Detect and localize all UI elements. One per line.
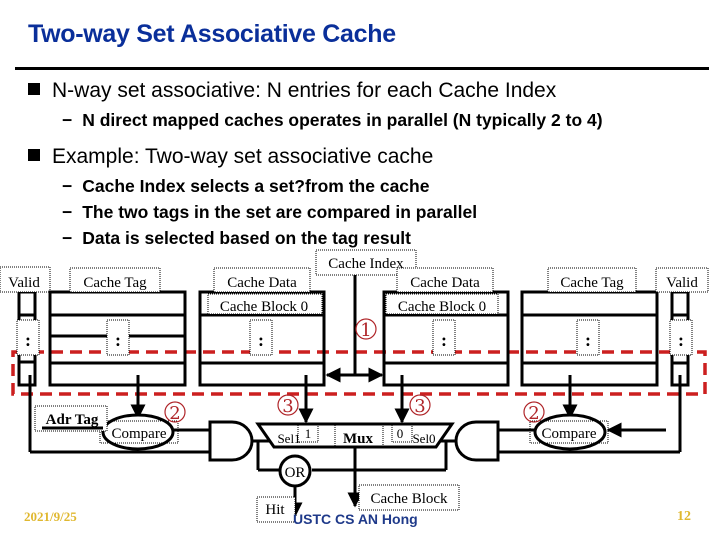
tag-left-ellipsis: : (115, 330, 121, 350)
cache-data-right-label: Cache Data (410, 275, 480, 291)
sel0-label: Sel0 (412, 431, 435, 446)
left-tag-array: : (48, 290, 187, 387)
footer-author: USTC CS AN Hong (293, 511, 418, 527)
left-valid-array: : (16, 290, 40, 387)
selected-set-highlight (11, 350, 707, 396)
cache-data-left-label: Cache Data (227, 275, 297, 291)
cache-diagram: : Valid : Cache Tag : Cache Data Cache B… (0, 249, 709, 523)
step-3-right-text: 3 (414, 396, 425, 417)
compare-left-label: Compare (112, 426, 167, 442)
cache-tag-left-label: Cache Tag (83, 275, 147, 291)
tag-right-ellipsis: : (585, 330, 591, 350)
hit-label: Hit (265, 502, 285, 518)
and-gate-left (208, 420, 254, 462)
or-gate-label: OR (285, 465, 306, 481)
compare-right-label: Compare (542, 426, 597, 442)
adr-tag-label: Adr Tag (46, 412, 99, 428)
cache-block0-right-label: Cache Block 0 (398, 299, 486, 315)
cache-block-output-label: Cache Block (370, 491, 448, 507)
footer-date: 2021/9/25 (24, 509, 77, 524)
step-1-text: 1 (360, 320, 371, 341)
cache-index-label: Cache Index (328, 256, 404, 272)
data-right-ellipsis: : (441, 330, 447, 350)
valid-right-ellipsis: : (678, 330, 684, 350)
right-tag-array: : (520, 290, 659, 387)
step-2-left-text: 2 (169, 403, 180, 424)
valid-left-label: Valid (8, 275, 40, 291)
mux-label: Mux (343, 431, 374, 447)
step-3-left-text: 3 (282, 396, 293, 417)
valid-right-label: Valid (666, 275, 698, 291)
data-left-ellipsis: : (258, 330, 264, 350)
step-2-right-text: 2 (528, 403, 539, 424)
and-gate-right (454, 420, 500, 462)
cache-block0-left-label: Cache Block 0 (220, 299, 308, 315)
sel1-value: 1 (305, 426, 312, 441)
valid-left-ellipsis: : (25, 330, 31, 350)
right-valid-array: : (669, 290, 693, 387)
cache-tag-right-label: Cache Tag (560, 275, 624, 291)
sel1-label: Sel1 (277, 431, 300, 446)
page-number: 12 (677, 509, 691, 524)
sel0-value: 0 (397, 426, 404, 441)
